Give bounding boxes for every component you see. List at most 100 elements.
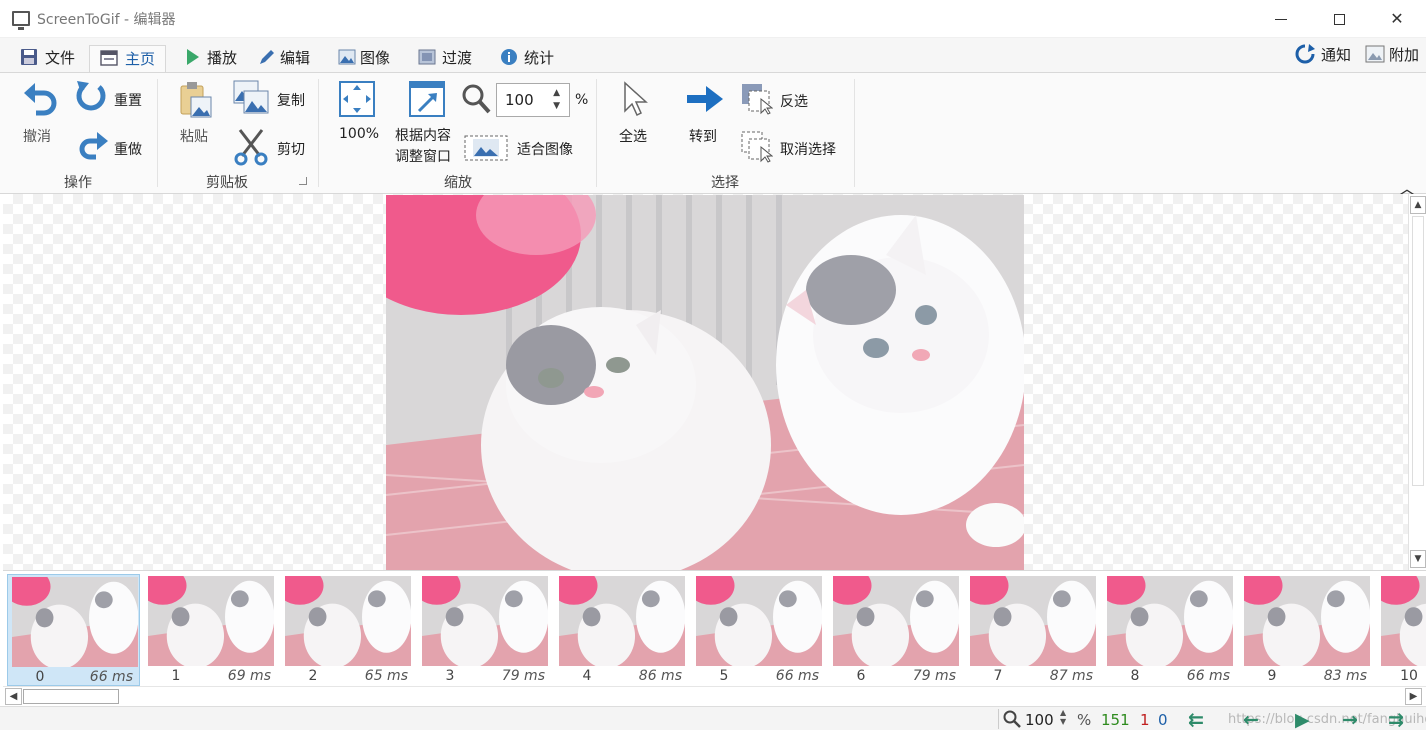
frame-thumbnail[interactable]: 7 87 ms — [966, 574, 1099, 686]
goto-arrow-icon — [687, 86, 723, 112]
fit-image-icon — [464, 135, 508, 161]
frame-thumbnail[interactable]: 5 66 ms — [692, 574, 825, 686]
zoom-input[interactable]: 100 ▲ ▼ — [496, 83, 570, 117]
zoom-value: 100 — [505, 91, 534, 109]
frame-delay: 83 ms — [1323, 668, 1367, 684]
total-frames-count: 151 — [1101, 711, 1130, 729]
frame-thumbnail-image — [1244, 576, 1370, 666]
scissors-icon — [234, 129, 268, 166]
actions-group-label: 操作 — [64, 175, 92, 191]
status-zoom-spinner-icon[interactable]: ▲ ▼ — [1060, 708, 1066, 726]
minimize-icon — [1275, 19, 1287, 20]
zoom-down-arrow-icon[interactable]: ▼ — [553, 101, 560, 111]
frame-delay: 65 ms — [364, 668, 408, 684]
canvas-vertical-scrollbar[interactable]: ▲ ▼ — [1408, 194, 1426, 570]
goto-button[interactable]: 转到 — [689, 126, 717, 146]
copy-button[interactable]: 复制 — [277, 90, 305, 110]
magnifier-icon — [462, 84, 491, 114]
paste-button[interactable]: 粘贴 — [180, 126, 208, 146]
frame-thumbnail[interactable]: 9 83 ms — [1240, 574, 1373, 686]
tab-label: 播放 — [207, 49, 238, 67]
play-frame-icon[interactable]: ▶ — [1295, 709, 1310, 730]
frame-thumbnail[interactable]: 2 65 ms — [281, 574, 414, 686]
frame-thumbnail-image — [833, 576, 959, 666]
zoom-up-arrow-icon[interactable]: ▲ — [553, 88, 560, 98]
next-frame-icon[interactable]: → — [1342, 709, 1358, 730]
transition-icon — [418, 49, 436, 65]
select-all-button[interactable]: 全选 — [619, 126, 647, 146]
tab-transitions[interactable]: 过渡 — [418, 45, 472, 72]
scroll-up-icon[interactable]: ▲ — [1410, 196, 1426, 214]
home-icon — [100, 50, 118, 66]
undo-button[interactable]: 撤消 — [23, 126, 51, 146]
frame-thumbnail[interactable]: 1 69 ms — [144, 574, 277, 686]
fit-window-icon — [409, 81, 445, 117]
frame-thumbnail[interactable]: 3 79 ms — [418, 574, 551, 686]
scroll-thumb[interactable] — [23, 689, 119, 704]
minimize-button[interactable] — [1258, 0, 1304, 38]
ribbon-tab-bar: 文件 主页 播放 编辑 图像 过渡 统计 通知 附加 — [0, 38, 1426, 72]
scroll-thumb[interactable] — [1412, 216, 1424, 486]
deselect-button[interactable]: 取消选择 — [780, 139, 836, 159]
redo-button[interactable]: 重做 — [114, 139, 142, 159]
image-icon — [338, 49, 356, 65]
scroll-down-icon[interactable]: ▼ — [1410, 550, 1426, 568]
selection-group-label: 选择 — [711, 175, 739, 191]
tab-label: 过渡 — [442, 49, 473, 67]
fit-window-label-1[interactable]: 根据内容 — [395, 125, 451, 145]
frame-delay: 66 ms — [1186, 668, 1230, 684]
cursor-icon — [624, 81, 648, 117]
window-title: ScreenToGif - 编辑器 — [37, 12, 176, 28]
status-zoom-value[interactable]: 100 — [1025, 711, 1054, 729]
frame-delay: 69 ms — [227, 668, 271, 684]
frame-delay: 79 ms — [501, 668, 545, 684]
maximize-button[interactable] — [1316, 0, 1362, 38]
close-button[interactable]: ✕ — [1374, 0, 1420, 38]
notifications-label: 通知 — [1321, 46, 1352, 64]
frame-list: 0 66 ms 1 69 ms 2 65 ms 3 79 ms 4 86 ms … — [3, 570, 1426, 686]
frame-delay: 86 ms — [638, 668, 682, 684]
frame-delay: 66 ms — [775, 668, 819, 684]
tab-label: 统计 — [524, 49, 555, 67]
frame-thumbnail[interactable]: 6 79 ms — [829, 574, 962, 686]
maximize-icon — [1333, 14, 1345, 25]
frame-thumbnail-image — [696, 576, 822, 666]
clipboard-dialog-launcher[interactable] — [299, 177, 307, 185]
scroll-left-icon[interactable]: ◀ — [5, 688, 22, 705]
invert-selection-button[interactable]: 反选 — [780, 91, 808, 111]
frame-list-horizontal-scrollbar[interactable]: ◀ ▶ — [3, 686, 1426, 706]
reset-button[interactable]: 重置 — [114, 90, 142, 110]
current-frame-image[interactable] — [386, 195, 1024, 570]
last-frame-icon[interactable]: ⇉ — [1388, 709, 1404, 730]
frame-thumbnail[interactable]: 4 86 ms — [555, 574, 688, 686]
frame-thumbnail[interactable]: 0 66 ms — [7, 574, 140, 686]
copy-icon — [233, 80, 269, 114]
tab-play[interactable]: 播放 — [185, 45, 237, 72]
scroll-right-icon[interactable]: ▶ — [1405, 688, 1422, 705]
extras-button[interactable]: 附加 — [1365, 44, 1419, 66]
frame-thumbnail[interactable]: 10 — [1377, 574, 1426, 686]
frame-thumbnail-image — [1381, 576, 1426, 666]
fit-image-button[interactable]: 适合图像 — [517, 139, 573, 159]
fullsize-icon — [339, 81, 375, 117]
tab-image[interactable]: 图像 — [338, 45, 390, 72]
frame-index: 4 — [582, 668, 592, 684]
tab-file[interactable]: 文件 — [20, 45, 75, 72]
kitten-frame-preview — [386, 195, 1024, 570]
first-frame-icon[interactable]: ⇇ — [1188, 709, 1204, 730]
tab-home[interactable]: 主页 — [89, 45, 167, 72]
cut-button[interactable]: 剪切 — [277, 139, 305, 159]
tab-edit[interactable]: 编辑 — [258, 45, 310, 72]
group-separator — [596, 79, 597, 187]
invert-selection-icon — [742, 84, 773, 115]
previous-frame-icon[interactable]: ← — [1243, 709, 1259, 730]
tab-statistics[interactable]: 统计 — [500, 45, 554, 72]
notifications-button[interactable]: 通知 — [1295, 44, 1351, 66]
frame-index: 6 — [856, 668, 866, 684]
ribbon-panel: 撤消 重置 重做 操作 粘贴 复制 剪切 剪贴板 100% 根据内容 调整窗口 … — [0, 72, 1426, 200]
frame-thumbnail[interactable]: 8 66 ms — [1103, 574, 1236, 686]
frame-thumbnail-image — [422, 576, 548, 666]
fit-window-label-2[interactable]: 调整窗口 — [395, 146, 451, 166]
title-bar: ScreenToGif - 编辑器 ✕ — [0, 0, 1426, 38]
zoom-100-button[interactable]: 100% — [339, 126, 379, 142]
